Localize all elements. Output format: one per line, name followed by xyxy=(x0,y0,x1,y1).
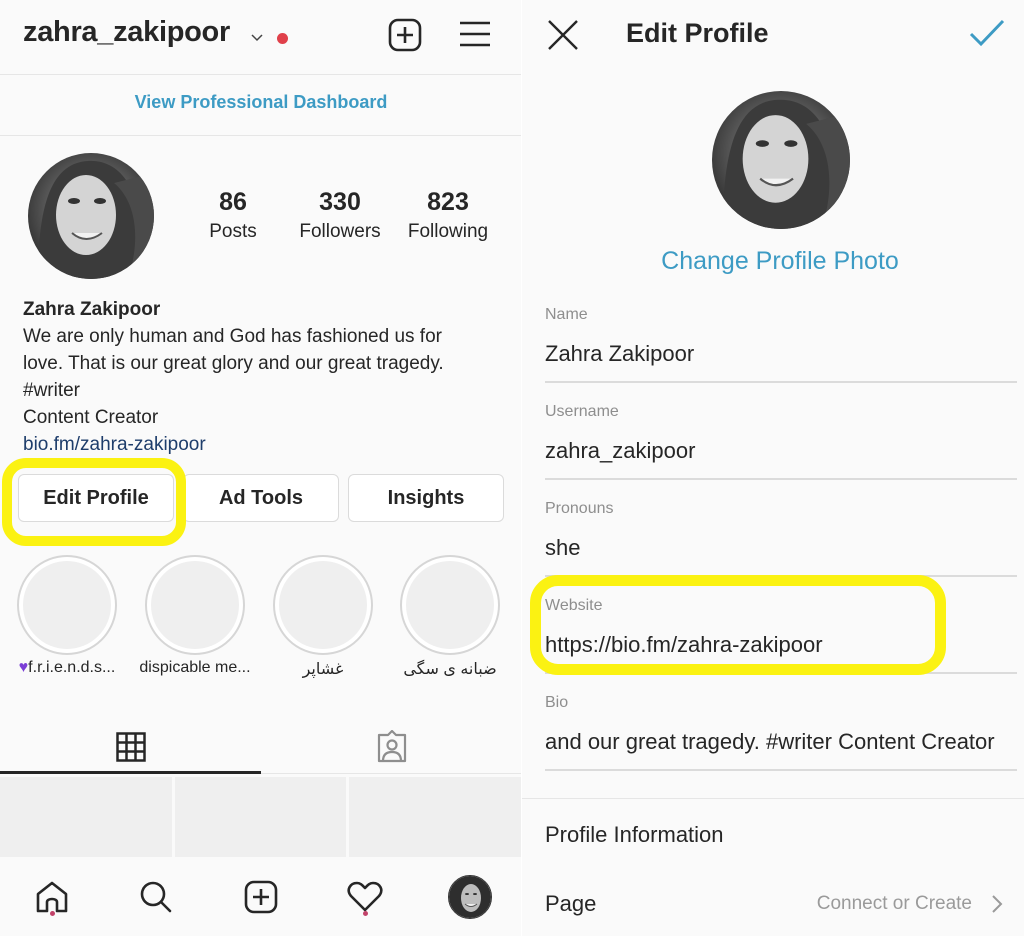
page-title: Edit Profile xyxy=(626,18,769,48)
avatar xyxy=(448,875,492,919)
bio-field: Bio and our great tragedy. #writer Conte… xyxy=(545,694,1017,771)
view-professional-dashboard-link[interactable]: View Professional Dashboard xyxy=(0,92,522,113)
avatar-photo xyxy=(712,91,850,229)
profile-information-link[interactable]: Profile Information xyxy=(545,822,1017,848)
divider xyxy=(522,798,1024,799)
story-highlight-label: غشاپر xyxy=(302,661,344,678)
followers-label: Followers xyxy=(299,221,381,242)
home-icon xyxy=(36,881,68,913)
pronouns-input[interactable]: she xyxy=(545,535,1017,565)
name-field: Name Zahra Zakipoor xyxy=(545,306,1017,383)
check-icon[interactable] xyxy=(968,18,1006,48)
post-thumbnail[interactable] xyxy=(175,777,346,857)
display-name: Zahra Zakipoor xyxy=(23,299,161,320)
tab-tagged[interactable] xyxy=(261,722,522,772)
bio-line: love. That is our great glory and our gr… xyxy=(23,353,444,374)
story-highlight[interactable] xyxy=(145,555,245,655)
nav-profile[interactable] xyxy=(445,872,495,922)
activity-notification-dot xyxy=(363,911,368,916)
chevron-down-icon[interactable] xyxy=(250,30,264,44)
chevron-right-icon[interactable] xyxy=(990,893,1004,915)
edit-profile-screen: Edit Profile Change Profile Photo Name Z… xyxy=(522,0,1024,936)
story-highlight-label: ضبانه ی سگی xyxy=(403,661,497,678)
add-post-icon[interactable] xyxy=(388,18,422,52)
active-tab-indicator xyxy=(0,771,261,774)
account-switcher-username[interactable]: zahra_zakipoor xyxy=(23,16,230,49)
insights-button[interactable]: Insights xyxy=(348,474,504,522)
field-underline xyxy=(545,478,1017,480)
stat-posts[interactable]: 86 Posts xyxy=(178,187,288,247)
story-highlight[interactable] xyxy=(17,555,117,655)
divider xyxy=(0,74,522,75)
tagged-icon xyxy=(377,730,406,763)
ad-tools-button[interactable]: Ad Tools xyxy=(183,474,339,522)
page-label: Page xyxy=(545,891,597,916)
page-value: Connect or Create xyxy=(816,893,972,914)
story-highlight-label: dispicable me... xyxy=(139,659,251,676)
tab-grid[interactable] xyxy=(0,722,261,772)
close-icon[interactable] xyxy=(546,18,580,52)
highlight-annotation xyxy=(2,458,186,546)
posts-label: Posts xyxy=(209,221,257,242)
pronouns-field: Pronouns she xyxy=(545,500,1017,577)
profile-bio: Zahra Zakipoor We are only human and God… xyxy=(23,296,503,458)
highlight-title: f.r.i.e.n.d.s... xyxy=(28,659,116,676)
divider xyxy=(0,135,522,136)
search-icon xyxy=(140,881,172,913)
story-highlight[interactable] xyxy=(400,555,500,655)
menu-icon[interactable] xyxy=(458,18,492,50)
username-field: Username zahra_zakipoor xyxy=(545,403,1017,480)
heart-icon xyxy=(347,881,383,912)
stat-followers[interactable]: 330 Followers xyxy=(285,187,395,247)
notification-dot xyxy=(277,33,288,44)
post-thumbnail[interactable] xyxy=(349,777,522,857)
nav-new-post[interactable] xyxy=(236,872,286,922)
followers-count: 330 xyxy=(319,188,361,216)
bio-link[interactable]: bio.fm/zahra-zakipoor xyxy=(23,431,503,458)
purple-heart-icon: ♥ xyxy=(18,659,29,676)
bio-hashtag[interactable]: #writer xyxy=(23,377,503,404)
bio-line: We are only human and God has fashioned … xyxy=(23,326,442,347)
edit-avatar[interactable] xyxy=(712,91,850,229)
add-post-icon xyxy=(244,880,278,914)
bottom-navigation xyxy=(0,858,522,936)
posts-count: 86 xyxy=(219,188,247,216)
bio-label: Bio xyxy=(545,694,569,711)
avatar-photo xyxy=(28,153,154,279)
stat-following[interactable]: 823 Following xyxy=(393,187,503,247)
home-notification-dot xyxy=(50,911,55,916)
bio-category: Content Creator xyxy=(23,407,159,428)
name-input[interactable]: Zahra Zakipoor xyxy=(545,341,1017,371)
pronouns-label: Pronouns xyxy=(545,500,614,517)
profile-screen: zahra_zakipoor View Professional Dashboa… xyxy=(0,0,522,936)
divider xyxy=(261,773,522,774)
bio-input[interactable]: and our great tragedy. #writer Content C… xyxy=(545,729,1017,759)
username-label: Username xyxy=(545,403,619,420)
story-highlight[interactable] xyxy=(273,555,373,655)
nav-search[interactable] xyxy=(131,872,181,922)
name-label: Name xyxy=(545,306,588,323)
profile-top-bar: zahra_zakipoor xyxy=(0,0,522,72)
story-highlight-label: ♥f.r.i.e.n.d.s... xyxy=(3,659,131,677)
following-count: 823 xyxy=(427,188,469,216)
post-thumbnail[interactable] xyxy=(0,777,172,857)
grid-icon xyxy=(115,732,146,762)
username-input[interactable]: zahra_zakipoor xyxy=(545,438,1017,468)
highlight-annotation xyxy=(530,575,946,675)
field-underline xyxy=(545,381,1017,383)
change-profile-photo-link[interactable]: Change Profile Photo xyxy=(522,247,1024,276)
following-label: Following xyxy=(407,221,489,242)
field-underline xyxy=(545,769,1017,771)
profile-avatar[interactable] xyxy=(28,153,154,279)
